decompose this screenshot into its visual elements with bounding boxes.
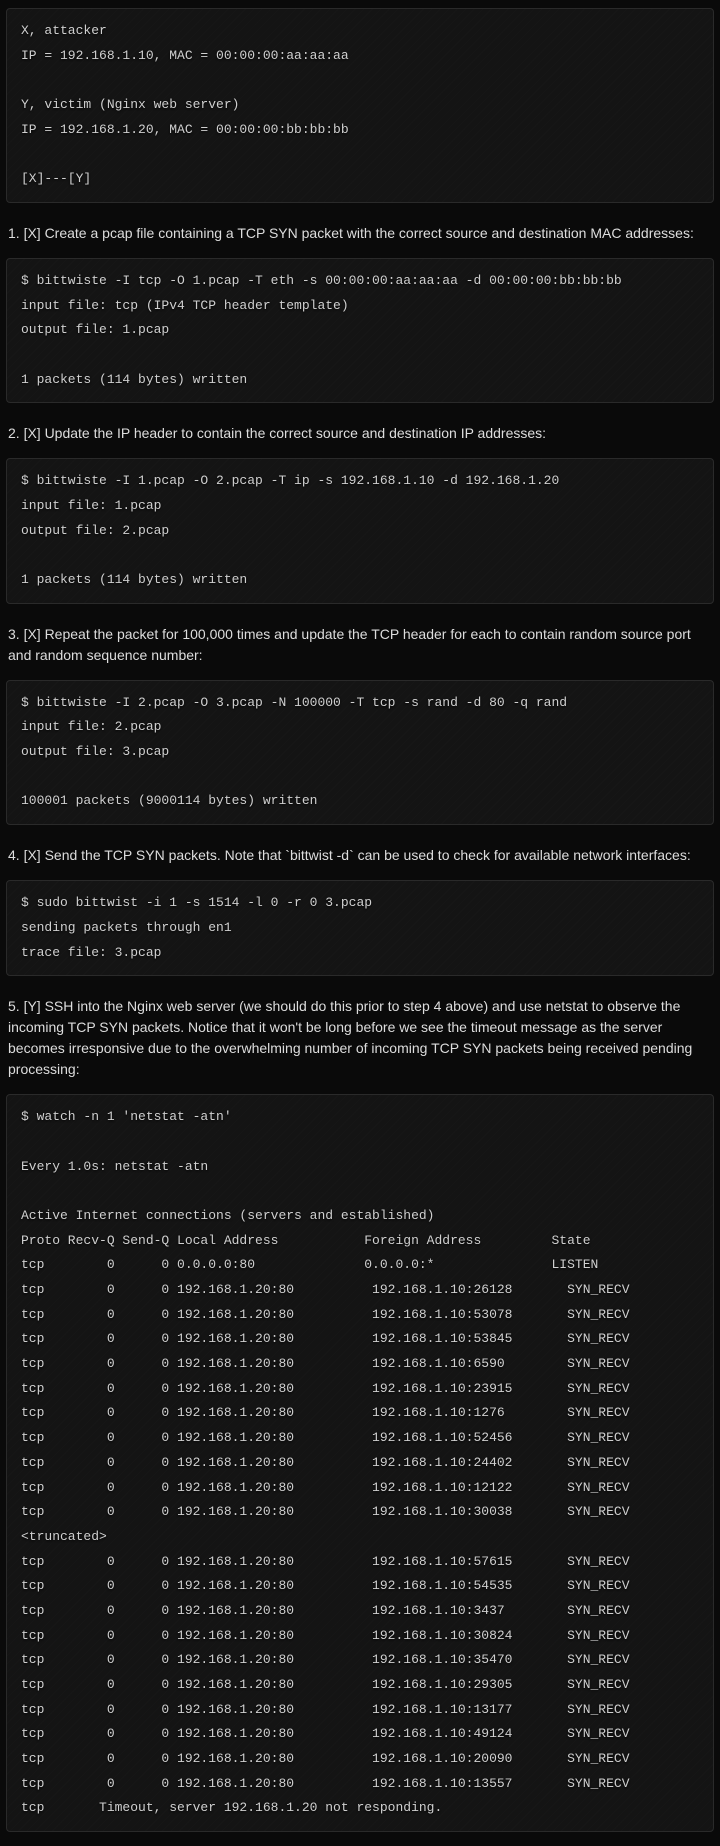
step5-code: $ watch -n 1 'netstat -atn' Every 1.0s: …	[6, 1094, 714, 1832]
step1-description: 1. [X] Create a pcap file containing a T…	[0, 217, 720, 250]
step2-description: 2. [X] Update the IP header to contain t…	[0, 417, 720, 450]
step5-description: 5. [Y] SSH into the Nginx web server (we…	[0, 990, 720, 1086]
intro-topology-block: X, attacker IP = 192.168.1.10, MAC = 00:…	[6, 8, 714, 203]
step1-code: $ bittwiste -I tcp -O 1.pcap -T eth -s 0…	[6, 258, 714, 403]
step2-code: $ bittwiste -I 1.pcap -O 2.pcap -T ip -s…	[6, 458, 714, 603]
step4-description: 4. [X] Send the TCP SYN packets. Note th…	[0, 839, 720, 872]
step4-code: $ sudo bittwist -i 1 -s 1514 -l 0 -r 0 3…	[6, 880, 714, 976]
step3-description: 3. [X] Repeat the packet for 100,000 tim…	[0, 618, 720, 672]
step3-code: $ bittwiste -I 2.pcap -O 3.pcap -N 10000…	[6, 680, 714, 825]
